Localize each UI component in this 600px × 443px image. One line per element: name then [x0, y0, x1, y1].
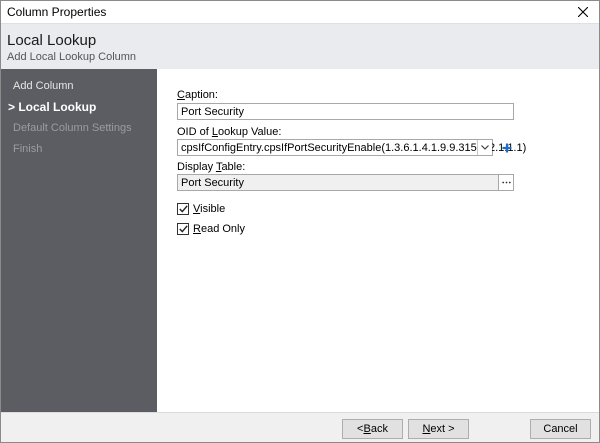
display-table-field[interactable]: Port Security: [177, 174, 514, 191]
wizard-header: Local Lookup Add Local Lookup Column: [1, 23, 599, 69]
back-button[interactable]: < Back: [342, 419, 403, 439]
display-table-value: Port Security: [181, 177, 244, 189]
checkmark-icon: [178, 205, 188, 213]
wizard-content: Caption: Port Security OID of Lookup Val…: [157, 69, 599, 412]
read-only-checkbox[interactable]: [177, 223, 189, 235]
step-local-lookup[interactable]: > Local Lookup: [8, 100, 96, 114]
plus-icon: [502, 143, 512, 152]
browse-button[interactable]: [498, 175, 513, 190]
step-add-column[interactable]: Add Column: [13, 80, 74, 92]
close-button[interactable]: [567, 1, 599, 23]
display-table-label: Display Table:: [177, 161, 246, 173]
next-button[interactable]: Next >: [408, 419, 469, 439]
wizard-steps-sidebar: Add Column > Local Lookup Default Column…: [1, 69, 157, 412]
caption-label: Caption:: [177, 89, 218, 101]
caption-input[interactable]: Port Security: [177, 103, 514, 120]
checkmark-icon: [178, 225, 188, 233]
step-finish: Finish: [13, 143, 43, 155]
visible-checkbox[interactable]: [177, 203, 189, 215]
oid-lookup-value: cpsIfConfigEntry.cpsIfPortSecurityEnable…: [181, 142, 527, 154]
add-oid-button[interactable]: [500, 139, 514, 156]
close-icon: [578, 7, 588, 17]
window-title: Column Properties: [7, 5, 107, 19]
wizard-footer: < Back Next > Cancel: [1, 412, 599, 442]
visible-option[interactable]: Visible: [177, 203, 225, 215]
page-subtitle: Add Local Lookup Column: [7, 51, 137, 63]
oid-label: OID of Lookup Value:: [177, 126, 282, 138]
read-only-option[interactable]: Read Only: [177, 223, 245, 235]
visible-label: Visible: [193, 203, 226, 215]
page-title: Local Lookup: [7, 32, 97, 49]
read-only-label: Read Only: [193, 223, 245, 235]
column-properties-dialog: Column Properties Local Lookup Add Local…: [0, 0, 600, 443]
dropdown-button[interactable]: [477, 140, 492, 155]
title-bar: Column Properties: [1, 1, 599, 23]
ellipsis-icon: [501, 181, 511, 184]
cancel-button[interactable]: Cancel: [530, 419, 591, 439]
oid-lookup-select[interactable]: cpsIfConfigEntry.cpsIfPortSecurityEnable…: [177, 139, 526, 156]
step-default-column-settings: Default Column Settings: [13, 122, 132, 134]
chevron-down-icon: [481, 145, 489, 150]
